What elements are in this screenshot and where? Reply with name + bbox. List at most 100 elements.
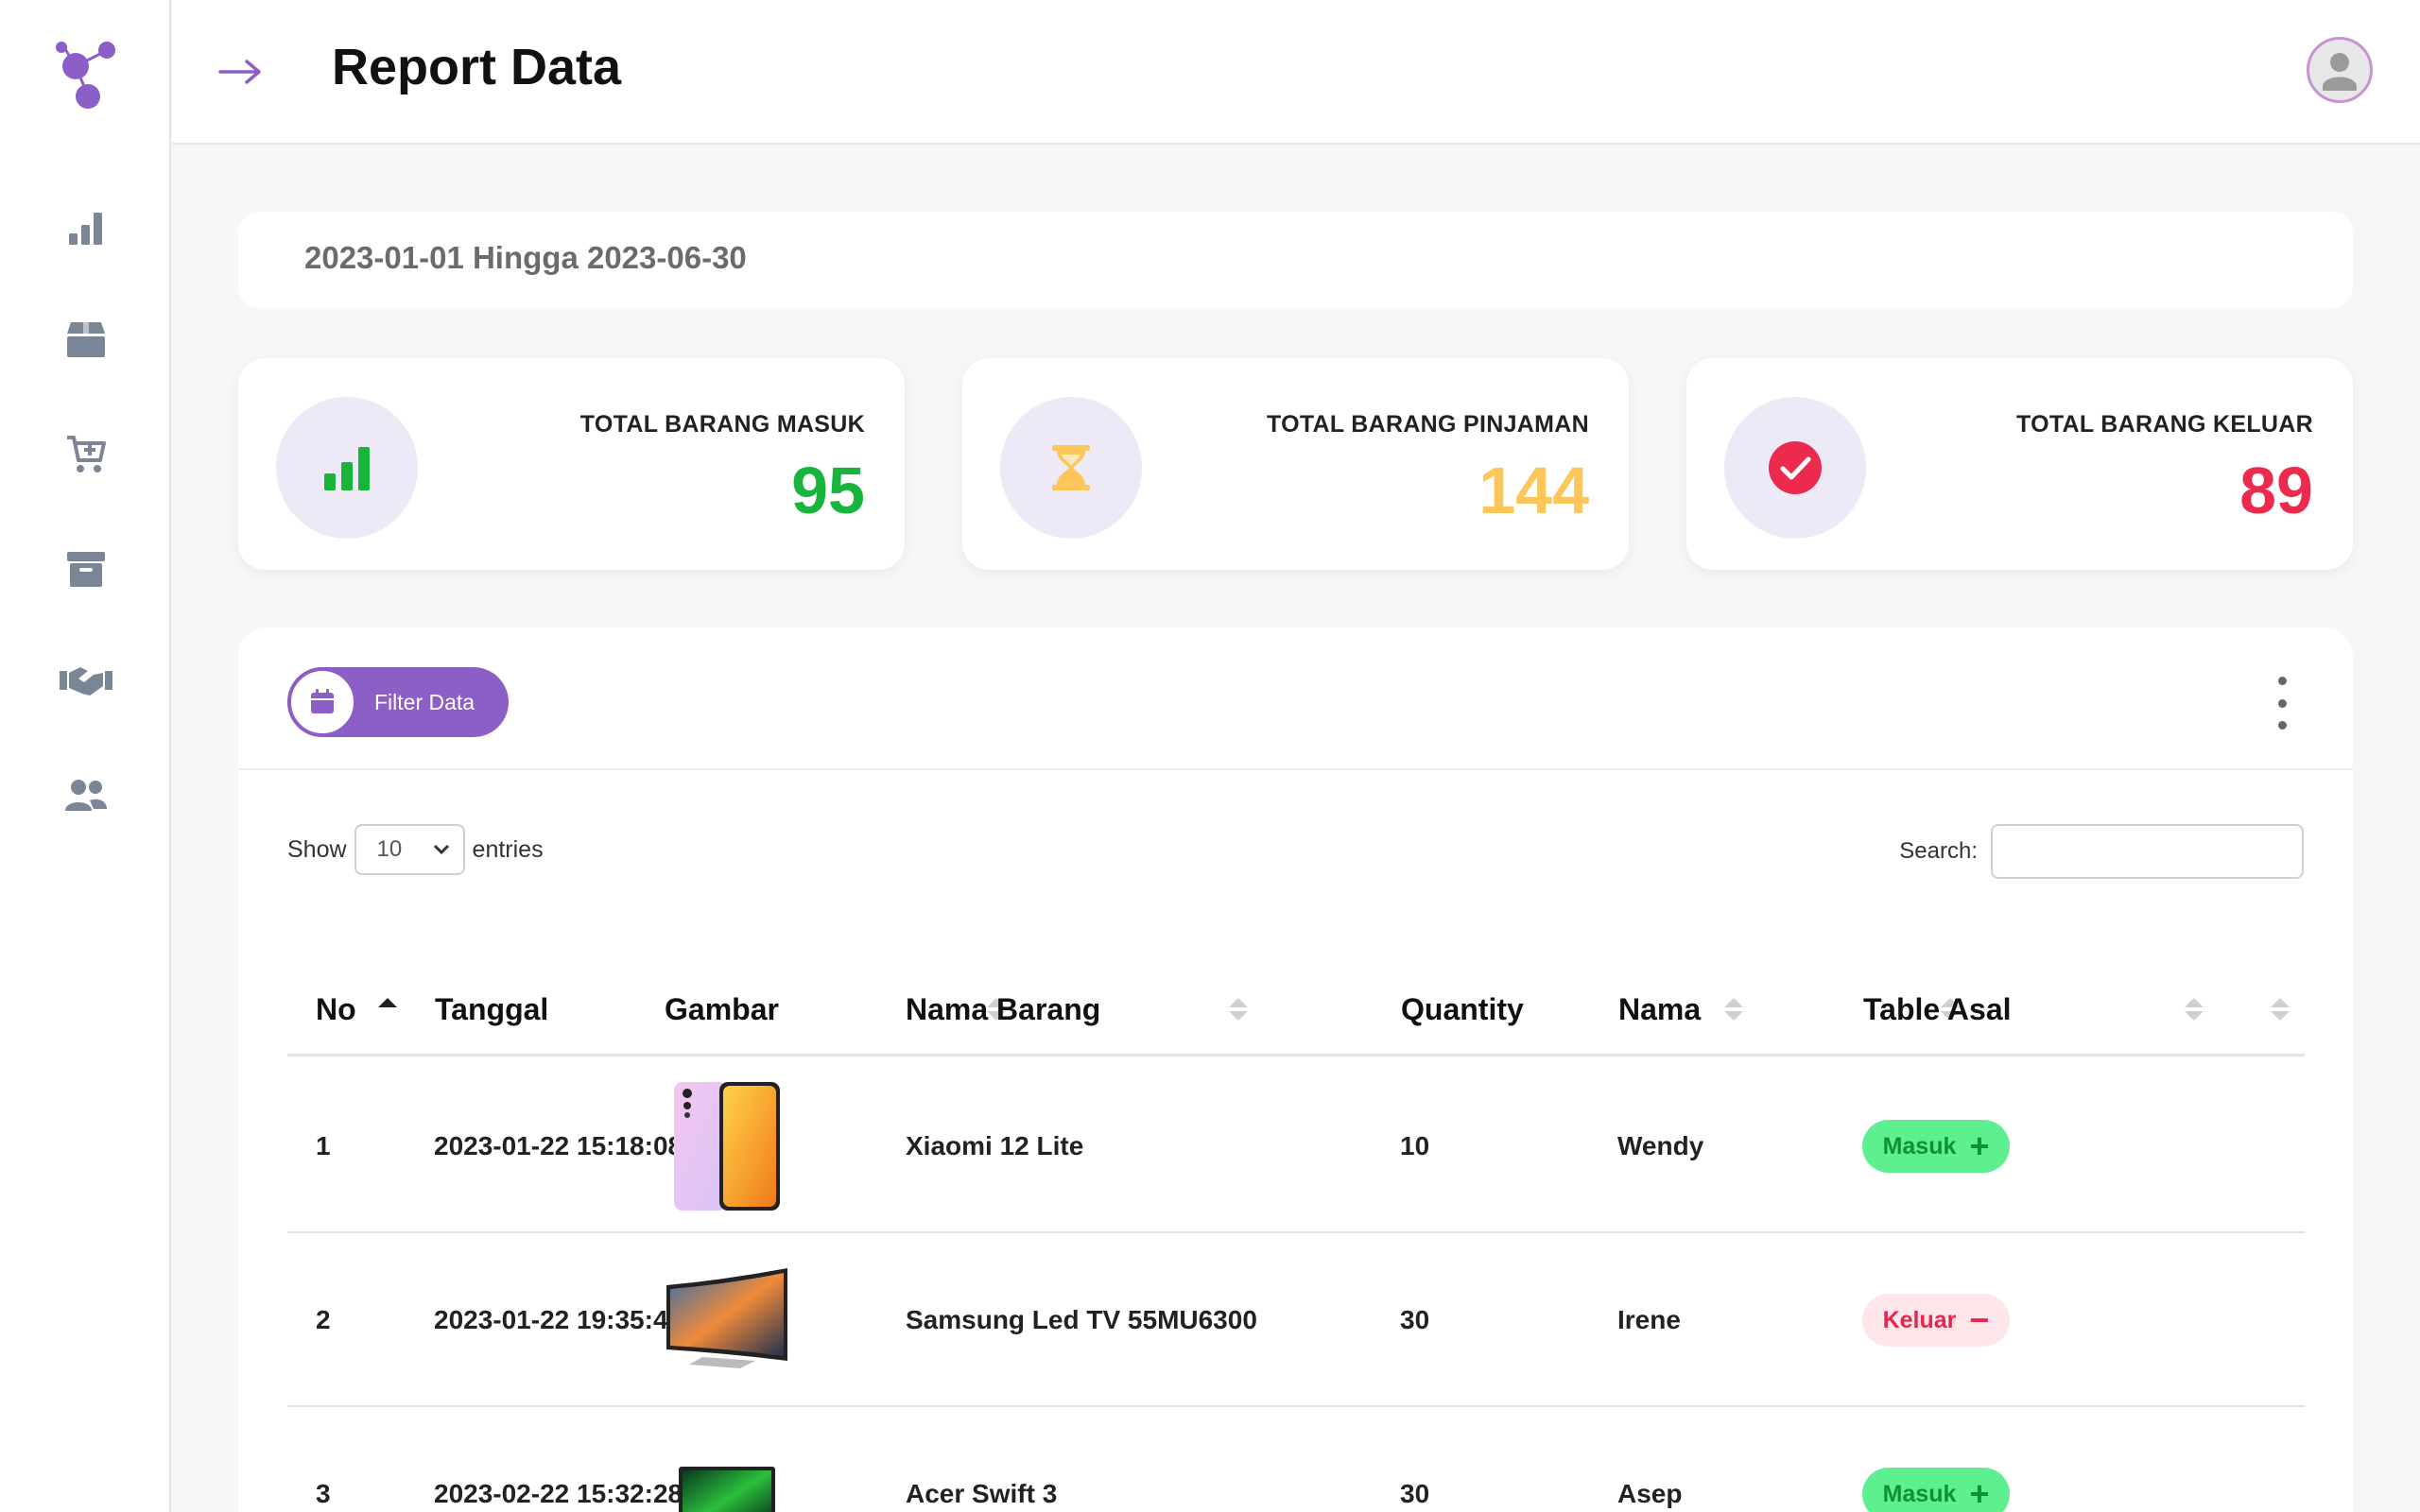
- chevron-down-icon: [433, 844, 449, 855]
- column-label: Quantity: [1401, 991, 1524, 1026]
- column-header-tanggal[interactable]: Tanggal: [435, 962, 548, 1057]
- sidebar-item-peminjaman[interactable]: [57, 651, 115, 710]
- handshake-icon: [60, 667, 112, 696]
- laptop-image: [656, 1420, 798, 1512]
- sidebar-item-dashboard[interactable]: [57, 198, 115, 257]
- search-control: Search:: [1899, 824, 2304, 879]
- box-icon: [67, 322, 105, 357]
- stat-icon-circle: [276, 397, 418, 539]
- check-circle-icon: [1769, 441, 1822, 494]
- cell-no: 3: [316, 1479, 331, 1508]
- arrow-right-icon: [218, 60, 261, 84]
- stat-card-masuk: TOTAL BARANG MASUK 95: [238, 358, 905, 570]
- kebab-dot: [2277, 698, 2287, 708]
- sort-icon: [2185, 998, 2204, 1021]
- stat-card-pinjaman: TOTAL BARANG PINJAMAN 144: [962, 358, 1629, 570]
- badge-label: Keluar: [1882, 1306, 1957, 1333]
- column-header-quantity[interactable]: Quantity: [1401, 962, 1524, 1057]
- cell-quantity: 30: [1400, 1479, 1430, 1508]
- cell-no: 2: [316, 1305, 331, 1334]
- table-header: No Tanggal Gambar Nama Barang Quantity N…: [287, 962, 2305, 1057]
- minus-icon: −: [1969, 1300, 1990, 1339]
- top-header: Report Data: [172, 0, 2420, 145]
- status-badge-masuk[interactable]: Masuk +: [1862, 1120, 2010, 1173]
- cell-no: 1: [316, 1131, 331, 1160]
- archive-icon: [67, 552, 105, 587]
- search-input[interactable]: [1991, 824, 2304, 879]
- column-label: Nama Barang: [906, 991, 1101, 1026]
- filter-icon-wrap: [287, 667, 357, 737]
- kebab-dot: [2277, 721, 2287, 730]
- user-avatar[interactable]: [2307, 37, 2373, 103]
- page-title: Report Data: [332, 39, 622, 95]
- stat-card-keluar: TOTAL BARANG KELUAR 89: [1686, 358, 2353, 570]
- column-label: Nama: [1618, 991, 1702, 1026]
- sidebar-item-users[interactable]: [57, 766, 115, 825]
- user-icon: [2323, 53, 2357, 91]
- entries-select[interactable]: 10: [354, 824, 465, 875]
- app-logo[interactable]: [53, 36, 121, 112]
- sidebar-item-barang-keluar[interactable]: [57, 540, 115, 598]
- cell-nama-barang: Acer Swift 3: [906, 1479, 1058, 1508]
- bar-chart-icon: [324, 447, 370, 490]
- cell-quantity: 30: [1400, 1305, 1430, 1334]
- entries-label: entries: [472, 835, 544, 863]
- column-header-nama-barang[interactable]: Nama Barang: [906, 962, 1100, 1057]
- stat-value: 89: [2239, 454, 2313, 527]
- column-label: No: [316, 991, 356, 1026]
- date-range-card: 2023-01-01 Hingga 2023-06-30: [238, 212, 2353, 308]
- users-icon: [65, 780, 107, 811]
- sidebar-item-barang-masuk[interactable]: [57, 425, 115, 484]
- plus-icon: +: [1969, 1126, 1990, 1165]
- column-header-gambar[interactable]: Gambar: [665, 962, 779, 1057]
- column-header-nama[interactable]: Nama: [1618, 962, 1701, 1057]
- sort-icon: [1724, 998, 1743, 1021]
- filter-data-label: Filter Data: [374, 689, 475, 714]
- plus-icon: +: [1969, 1474, 1990, 1512]
- hourglass-icon: [1052, 445, 1090, 490]
- table-row[interactable]: 3 2023-02-22 15:32:28 Acer Swift 3 30 As…: [287, 1407, 2305, 1512]
- bar-chart-icon: [69, 213, 102, 245]
- search-label: Search:: [1899, 838, 1978, 864]
- report-table-card: Filter Data Show 10 entries Search: No T…: [238, 627, 2353, 1512]
- stat-label: TOTAL BARANG PINJAMAN: [1266, 411, 1589, 438]
- cell-tanggal: 2023-01-22 19:35:46: [434, 1305, 683, 1334]
- cell-tanggal: 2023-02-22 15:32:28: [434, 1479, 683, 1508]
- column-label: Tanggal: [435, 991, 549, 1026]
- sidebar: [0, 0, 171, 1512]
- kebab-dot: [2277, 677, 2287, 685]
- calendar-icon: [311, 689, 334, 713]
- column-label: Gambar: [665, 991, 779, 1026]
- column-header-table-asal[interactable]: Table Asal: [1863, 962, 2012, 1057]
- stat-value: 144: [1478, 454, 1589, 527]
- stat-label: TOTAL BARANG MASUK: [579, 411, 865, 438]
- status-badge-masuk[interactable]: Masuk +: [1862, 1468, 2010, 1512]
- stat-icon-circle: [1000, 397, 1142, 539]
- badge-label: Masuk: [1882, 1132, 1957, 1160]
- filter-data-button[interactable]: Filter Data: [287, 667, 509, 737]
- sort-icon: [2271, 998, 2290, 1021]
- column-label: Table Asal: [1863, 991, 2012, 1026]
- date-range-text: 2023-01-01 Hingga 2023-06-30: [304, 240, 747, 275]
- cell-quantity: 10: [1400, 1131, 1430, 1160]
- cell-nama: Asep: [1617, 1479, 1683, 1508]
- stat-value: 95: [791, 454, 865, 527]
- sidebar-item-barang[interactable]: [57, 310, 115, 369]
- divider: [238, 768, 2353, 770]
- entries-value: 10: [376, 836, 403, 862]
- cell-nama-barang: Xiaomi 12 Lite: [906, 1131, 1084, 1160]
- status-badge-keluar[interactable]: Keluar −: [1862, 1294, 2010, 1347]
- cell-tanggal: 2023-01-22 15:18:08: [434, 1131, 683, 1160]
- table-row[interactable]: 2 2023-01-22 19:35:46 Samsung Led TV 55M…: [287, 1233, 2305, 1407]
- sort-icon: [1229, 998, 1248, 1021]
- sidebar-toggle-button[interactable]: [214, 51, 267, 93]
- entries-control: Show 10 entries: [287, 824, 544, 875]
- cell-nama: Irene: [1617, 1305, 1681, 1334]
- table-row[interactable]: 1 2023-01-22 15:18:08 Xiaomi 12 Lite 10 …: [287, 1059, 2305, 1233]
- column-header-no[interactable]: No: [316, 962, 356, 1057]
- show-label: Show: [287, 835, 347, 863]
- more-options-button[interactable]: [2268, 677, 2296, 730]
- cell-nama-barang: Samsung Led TV 55MU6300: [906, 1305, 1257, 1334]
- badge-label: Masuk: [1882, 1480, 1957, 1507]
- cell-nama: Wendy: [1617, 1131, 1704, 1160]
